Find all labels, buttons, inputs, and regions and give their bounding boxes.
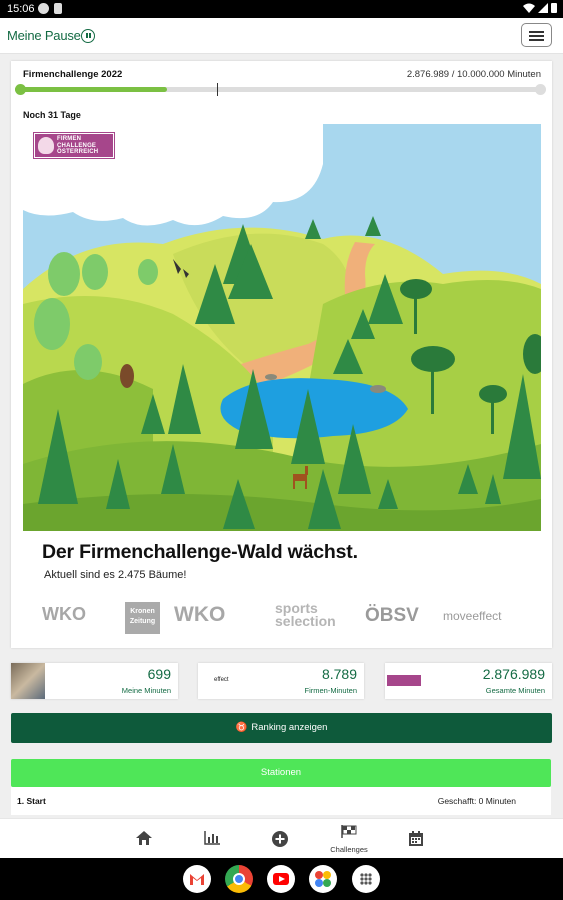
company-logo: effect	[214, 677, 229, 683]
checkered-flag-icon	[341, 825, 357, 838]
tree-count-text: Aktuell sind es 2.475 Bäume!	[44, 569, 187, 581]
signal-icon	[538, 2, 548, 13]
notification-icon	[38, 3, 49, 14]
progress-fill	[15, 87, 168, 92]
calendar-icon	[409, 831, 423, 846]
firmenchallenge-logo-small	[387, 675, 421, 686]
add-circle-icon	[272, 831, 288, 847]
bar-chart-icon	[204, 831, 220, 845]
user-avatar	[11, 663, 45, 699]
sponsor-logo: WKO	[42, 604, 86, 624]
nav-home[interactable]	[121, 819, 167, 859]
stat-company-minutes: effect 8.789 Firmen-Minuten	[198, 663, 364, 699]
forest-illustration	[23, 124, 541, 531]
nav-challenges[interactable]: Challenges	[326, 819, 372, 859]
sponsor-logo: WKO	[174, 603, 226, 626]
app-drawer-icon[interactable]	[352, 865, 380, 893]
progress-marker	[217, 83, 219, 96]
stat-my-minutes: 699 Meine Minuten	[11, 663, 178, 699]
wifi-icon	[523, 3, 535, 13]
nav-statistics[interactable]	[189, 819, 235, 859]
status-icons	[523, 2, 557, 13]
progress-start-dot	[15, 84, 26, 95]
station-status: Geschafft: 0 Minuten	[437, 796, 516, 806]
ranking-button[interactable]: ♉ Ranking anzeigen	[11, 713, 552, 743]
app-header: Meine Pause	[0, 18, 563, 54]
sponsor-logo: Kronen Zeitung	[125, 602, 160, 634]
station-name: 1. Start	[17, 796, 46, 806]
bottom-navigation: Challenges	[0, 818, 563, 858]
challenge-card: Firmenchallenge 2022 2.876.989 / 10.000.…	[11, 61, 552, 648]
nav-calendar[interactable]	[394, 819, 440, 859]
youtube-icon[interactable]	[267, 865, 295, 893]
pause-icon	[81, 29, 95, 43]
nav-add[interactable]	[257, 819, 303, 859]
home-icon	[136, 831, 152, 845]
sponsor-logos: WKO Kronen Zeitung WKO sports selection …	[39, 599, 529, 637]
menu-button[interactable]	[521, 23, 552, 47]
hamburger-icon	[529, 31, 544, 33]
photos-icon[interactable]	[309, 865, 337, 893]
forest-headline: Der Firmenchallenge-Wald wächst.	[42, 541, 358, 563]
chrome-icon[interactable]	[225, 865, 253, 893]
challenge-progress-bar	[15, 83, 546, 96]
station-row[interactable]: 1. Start Geschafft: 0 Minuten	[11, 787, 551, 815]
challenge-progress-text: 2.876.989 / 10.000.000 Minuten	[406, 69, 541, 80]
stations-button[interactable]: Stationen	[11, 759, 551, 787]
sim-icon	[54, 3, 62, 14]
battery-icon	[551, 3, 557, 13]
stat-total-minutes: 2.876.989 Gesamte Minuten	[385, 663, 552, 699]
system-status-bar: 15:06	[0, 0, 563, 18]
gmail-icon[interactable]	[183, 865, 211, 893]
clock: 15:06	[7, 3, 35, 15]
sponsor-logo: moveeffect	[443, 609, 502, 623]
challenge-title: Firmenchallenge 2022	[23, 69, 123, 80]
brand-title[interactable]: Meine Pause	[7, 28, 81, 43]
trophy-icon: ♉	[235, 722, 248, 733]
days-left: Noch 31 Tage	[23, 110, 81, 120]
sponsor-logo: sports selection	[275, 600, 336, 629]
progress-end-dot	[535, 84, 546, 95]
sponsor-logo: ÖBSV	[365, 605, 419, 626]
firmenchallenge-logo: FIRMEN CHALLENGE ÖSTERREICH	[33, 132, 115, 159]
